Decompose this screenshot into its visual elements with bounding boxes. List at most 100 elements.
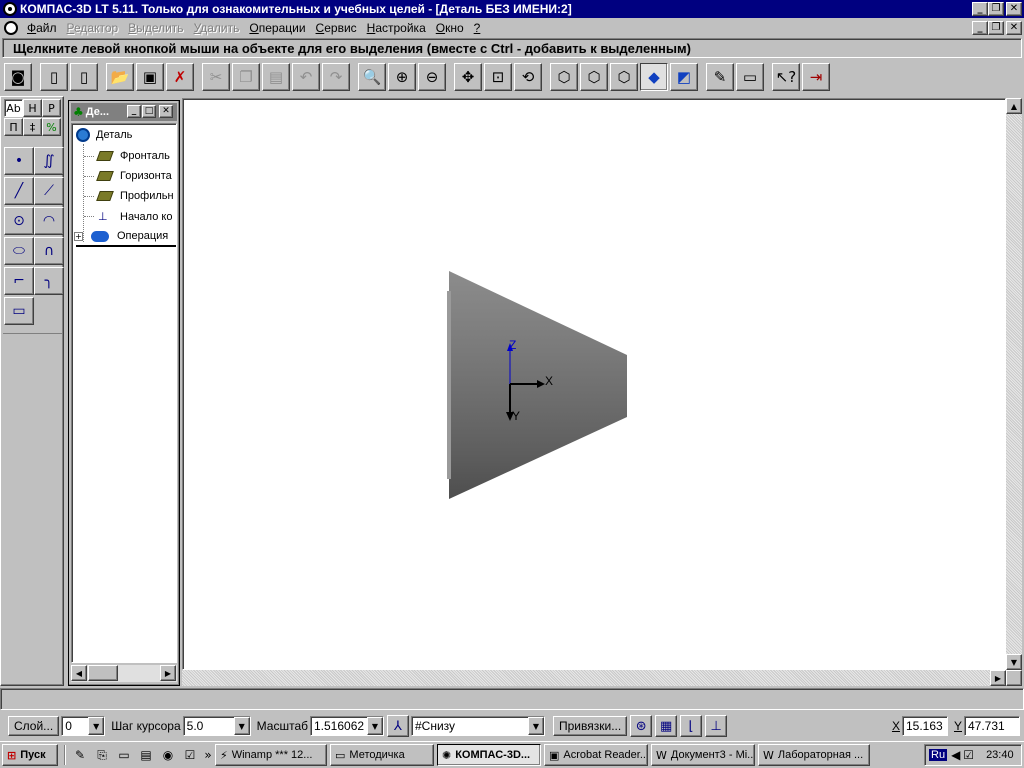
chevron-down-icon[interactable]: ▼ [528,717,544,735]
taskbar-task[interactable]: ⚡ Winamp *** 12... [215,744,327,766]
orientation-icon[interactable]: ⅄ [387,715,409,737]
spline-icon[interactable]: ∬ [34,147,64,175]
taskbar-task[interactable]: ✺ КОМПАС-3D... [437,744,541,766]
quicklaunch-4-icon[interactable]: ▤ [135,745,157,765]
taskbar-task[interactable]: W Лабораторная ... [758,744,870,766]
scroll-down-icon[interactable]: ▼ [1006,654,1022,670]
tree-node-front-plane[interactable]: Фронталь [84,150,170,162]
viewport-horizontal-scrollbar[interactable]: ▶ [182,670,1006,686]
menu-service[interactable]: Сервис [311,21,362,35]
segment-icon[interactable]: ⟋ [34,177,64,205]
taskbar-task[interactable]: ▭ Методичка [330,744,434,766]
doc-minimize-icon[interactable]: _ [972,21,988,35]
menu-help[interactable]: ? [469,21,486,35]
quicklaunch-5-icon[interactable]: ◉ [157,745,179,765]
ellipse-icon[interactable]: ⬭ [4,237,34,265]
taskbar-task[interactable]: ▣ Acrobat Reader... [544,744,648,766]
quicklaunch-2-icon[interactable]: ⎘ [91,745,113,765]
quicklaunch-more-icon[interactable]: » [201,745,215,765]
tree-minimize-icon[interactable]: _ [127,105,141,118]
palette-tab-measure[interactable]: % [42,118,61,136]
bezier-icon[interactable]: ∩ [34,237,64,265]
menu-operations[interactable]: Операции [244,21,310,35]
line-icon[interactable]: ╱ [4,177,34,205]
paste-icon[interactable]: ▤ [262,63,290,91]
expand-icon[interactable]: + [74,231,83,241]
zoom-icon[interactable]: 🔍 [358,63,386,91]
palette-tab-dimensions[interactable]: H [23,99,42,117]
palette-tab-param[interactable]: P [42,99,61,117]
tree-node-top-plane[interactable]: Горизонта [84,170,172,182]
circle-icon[interactable]: ⊙ [4,207,34,235]
menu-window[interactable]: Окно [431,21,469,35]
model-viewport[interactable]: Z X Y [182,98,1006,670]
menu-settings[interactable]: Настройка [362,21,431,35]
undo-icon[interactable]: ↶ [292,63,320,91]
taskbar-task[interactable]: W Документ3 - Mi... [651,744,755,766]
cut-icon[interactable]: ✂ [202,63,230,91]
chevron-down-icon[interactable]: ▼ [88,717,105,735]
document-menu-icon[interactable] [4,21,18,35]
scroll-up-icon[interactable]: ▲ [1006,98,1022,114]
quicklaunch-6-icon[interactable]: ☑ [179,745,201,765]
palette-tab-p[interactable]: П [4,118,23,136]
scroll-thumb[interactable] [88,665,118,681]
chevron-down-icon[interactable]: ▼ [367,717,383,735]
clock[interactable]: 23:40 [986,749,1014,761]
snaps-button[interactable]: Привязки... [553,716,628,736]
palette-tab-edit[interactable]: ‡ [23,118,42,136]
hidden-thin-icon[interactable]: ⬡ [610,63,638,91]
tree-close-icon[interactable]: ✕ [159,105,173,118]
fillet-icon[interactable]: ╮ [34,267,64,295]
ortho-mode-icon[interactable]: ⊥ [705,715,728,737]
view-orientation-select[interactable]: #Снизу ▼ [411,716,545,736]
layer-button[interactable]: Слой... [8,716,60,736]
palette-tab-text[interactable]: Ab [4,99,23,117]
save-icon[interactable]: ▣ [136,63,164,91]
scroll-left-icon[interactable]: ◀ [71,665,87,681]
doc-restore-icon[interactable]: ❐ [988,21,1004,35]
chevron-down-icon[interactable]: ▼ [233,717,250,735]
chamfer-icon[interactable]: ⌐ [4,267,34,295]
tree-node-origin[interactable]: ⊥ Начало ко [84,210,172,223]
shaded-icon[interactable]: ◆ [640,63,668,91]
rotate-icon[interactable]: ⟲ [514,63,542,91]
language-indicator[interactable]: Ru [929,749,948,761]
delete-icon[interactable]: ✗ [166,63,194,91]
redo-icon[interactable]: ↷ [322,63,350,91]
arc-icon[interactable]: ◠ [34,207,64,235]
volume-icon[interactable]: ◀ [951,748,960,762]
zoom-fit-icon[interactable]: ⊡ [484,63,512,91]
zoom-out-icon[interactable]: ⊖ [418,63,446,91]
layer-select[interactable]: 0 ▼ [61,716,106,736]
rectangle-icon[interactable]: ▭ [4,297,34,325]
scale-field[interactable]: 1.516062 ▼ [310,716,384,736]
quicklaunch-3-icon[interactable]: ▭ [113,745,135,765]
new-sheet-icon[interactable]: ▯ [40,63,68,91]
menu-delete[interactable]: Удалить [189,21,245,35]
menu-file[interactable]: Файл [22,21,62,35]
exit-icon[interactable]: ⇥ [802,63,830,91]
perspective-icon[interactable]: ◩ [670,63,698,91]
tree-node-operation[interactable]: + Операция [74,230,168,242]
quicklaunch-1-icon[interactable]: ✎ [69,745,91,765]
new-document-icon[interactable]: ▯ [70,63,98,91]
grid-icon[interactable]: ▦ [655,715,678,737]
start-button[interactable]: ⊞ Пуск [2,744,58,766]
tray-app-icon[interactable]: ☑ [963,748,974,762]
help-pointer-icon[interactable]: ↖? [772,63,800,91]
pan-icon[interactable]: ✥ [454,63,482,91]
sketch-icon[interactable]: ✎ [706,63,734,91]
close-icon[interactable]: ✕ [1006,2,1022,16]
scroll-right-icon[interactable]: ▶ [160,665,176,681]
snap-grid-icon[interactable]: ⊛ [630,715,653,737]
copy-icon[interactable]: ❐ [232,63,260,91]
kompas-app-icon[interactable] [3,2,17,16]
menu-select[interactable]: Выделить [123,21,188,35]
scroll-right-icon[interactable]: ▶ [990,670,1006,686]
tree-node-side-plane[interactable]: Профильн [84,190,174,202]
camera-icon[interactable]: ◙ [4,63,32,91]
tree-horizontal-scrollbar[interactable]: ◀ ▶ [71,665,177,682]
tree-maximize-icon[interactable]: □ [142,105,156,118]
cursor-step-field[interactable]: 5.0 ▼ [182,716,251,736]
